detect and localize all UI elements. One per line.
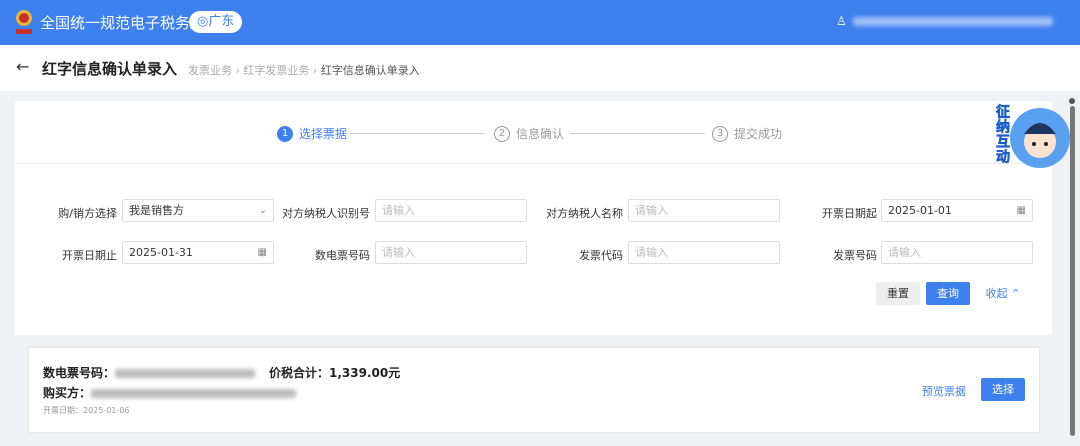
counterparty-name-input[interactable]: 请输入 bbox=[628, 199, 780, 222]
reset-button[interactable]: 重置 bbox=[876, 282, 920, 305]
collapse-button[interactable]: 收起 ⌃ bbox=[981, 282, 1025, 305]
breadcrumb: 发票业务 › 红字发票业务 › 红字信息确认单录入 bbox=[188, 64, 420, 77]
calendar-icon: ▦ bbox=[1016, 205, 1026, 216]
site-title: 全国统一规范电子税务局 bbox=[40, 14, 206, 32]
calendar-icon: ▦ bbox=[257, 247, 267, 258]
label: 对方纳税人识别号 bbox=[282, 207, 370, 220]
page-title: 红字信息确认单录入 bbox=[42, 60, 178, 78]
chevron-down-icon: ⌄ bbox=[258, 205, 267, 216]
step-2: 2 信息确认 bbox=[494, 125, 564, 142]
scrollbar[interactable] bbox=[1068, 98, 1076, 438]
step-1: 1 选择票据 bbox=[277, 125, 347, 142]
einvoice-number-input[interactable]: 请输入 bbox=[375, 241, 527, 264]
issue-date: 开票日期：2025-01-06 bbox=[43, 406, 130, 415]
label: 购/销方选择 bbox=[58, 207, 117, 220]
back-arrow-icon[interactable]: ← bbox=[16, 57, 29, 76]
query-card: 1 选择票据 2 信息确认 3 提交成功 购/销方选择 我是销售方 ⌄ 对方纳税人识别号… bbox=[15, 101, 1052, 335]
label: 开票日期起 bbox=[822, 207, 877, 220]
location-icon: ◎ bbox=[197, 14, 209, 29]
invoice-number-input[interactable]: 请输入 bbox=[881, 241, 1033, 264]
step-3: 3 提交成功 bbox=[712, 125, 782, 142]
tax-emblem-icon bbox=[16, 10, 32, 34]
stepper: 1 选择票据 2 信息确认 3 提交成功 bbox=[15, 125, 1052, 145]
step-connector bbox=[350, 133, 485, 134]
label: 开票日期止 bbox=[62, 249, 117, 262]
date-start-input[interactable]: 2025-01-01 ▦ bbox=[881, 199, 1033, 222]
query-button[interactable]: 查询 bbox=[926, 282, 970, 305]
buyer: 购买方： bbox=[43, 384, 297, 401]
einvoice-number: 数电票号码： bbox=[43, 364, 256, 381]
label: 对方纳税人名称 bbox=[546, 207, 623, 220]
user-icon: ♙ bbox=[836, 14, 847, 28]
select-button[interactable]: 选择 bbox=[981, 378, 1025, 401]
top-bar: 全国统一规范电子税务局 ◎广东 ♙ bbox=[0, 0, 1080, 45]
chevron-up-icon: ⌃ bbox=[1011, 287, 1021, 300]
invoice-code-input[interactable]: 请输入 bbox=[628, 241, 780, 264]
page-header: ← 红字信息确认单录入 发票业务 › 红字发票业务 › 红字信息确认单录入 bbox=[0, 45, 1080, 91]
label: 数电票号码 bbox=[315, 249, 370, 262]
total-amount: 价税合计：1,339.00元 bbox=[269, 366, 401, 380]
step-connector bbox=[570, 133, 705, 134]
preview-invoice-link[interactable]: 预览票据 bbox=[922, 383, 966, 399]
breadcrumb-item[interactable]: 红字发票业务 bbox=[243, 64, 309, 77]
invoice-result-card: 数电票号码： 价税合计：1,339.00元 购买方： 开票日期：2025-01-… bbox=[28, 347, 1040, 433]
region-label: 广东 bbox=[208, 14, 235, 29]
mascot-label: 征纳互动 bbox=[994, 104, 1011, 165]
counterparty-id-input[interactable]: 请输入 bbox=[375, 199, 527, 222]
label: 发票号码 bbox=[833, 249, 877, 262]
label: 发票代码 bbox=[579, 249, 623, 262]
buyer-seller-select[interactable]: 我是销售方 ⌄ bbox=[122, 199, 274, 222]
breadcrumb-item[interactable]: 发票业务 bbox=[188, 64, 232, 77]
divider bbox=[15, 163, 1052, 164]
region-selector[interactable]: ◎广东 bbox=[189, 11, 243, 33]
user-name-blurred bbox=[852, 16, 1053, 26]
date-end-input[interactable]: 2025-01-31 ▦ bbox=[122, 241, 274, 264]
user-menu[interactable]: ♙ bbox=[836, 14, 1053, 28]
breadcrumb-current: 红字信息确认单录入 bbox=[320, 64, 420, 77]
mascot-assistant[interactable]: 征纳互动 bbox=[990, 102, 1070, 174]
